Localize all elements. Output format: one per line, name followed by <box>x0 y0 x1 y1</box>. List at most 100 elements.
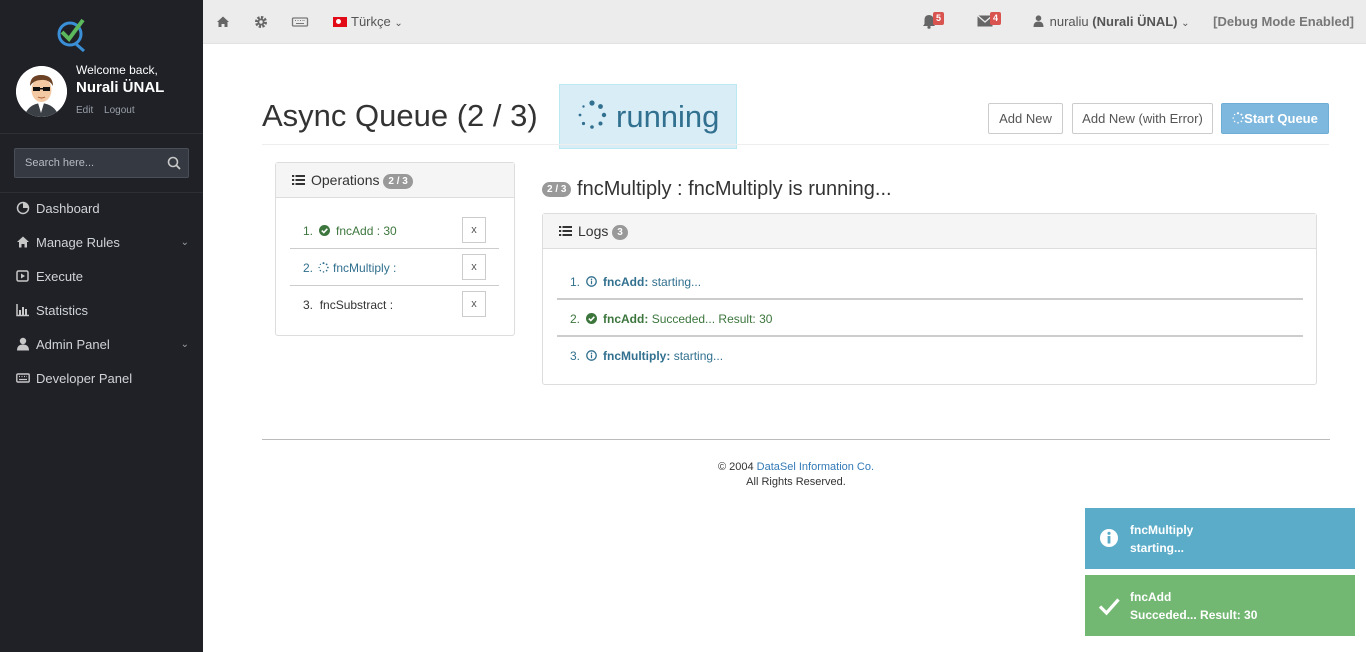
title-divider <box>262 144 1329 145</box>
status-text: running <box>616 99 720 134</box>
company-link[interactable]: DataSel Information Co. <box>757 461 874 473</box>
keyboard-icon <box>16 373 30 383</box>
sidebar-item-label: Admin Panel <box>36 337 110 352</box>
checkmark-icon <box>1098 598 1120 616</box>
info-circle-icon <box>1100 529 1118 547</box>
sidebar-item-dashboard[interactable]: Dashboard <box>0 192 203 226</box>
operations-panel: Operations 2 / 3 1. fncAdd : 30 x 2. fncMu… <box>275 162 515 336</box>
toast-title: fncMultiply <box>1130 523 1194 537</box>
user-name: Nurali ÜNAL <box>76 79 165 96</box>
gear-icon[interactable] <box>253 14 269 30</box>
current-operation-text: fncMultiply : fncMultiply is running... <box>577 178 892 200</box>
sidebar: Welcome back, Nurali ÜNAL Edit Logout Da… <box>0 0 203 652</box>
toast-notification[interactable]: fncMultiply starting... <box>1085 508 1355 569</box>
list-icon <box>292 175 305 185</box>
sidebar-item-label: Execute <box>36 269 83 284</box>
toast-message: Succeded... Result: 30 <box>1130 608 1258 622</box>
full-name: (Nurali ÜNAL) <box>1092 14 1178 29</box>
chevron-down-icon: ⌄ <box>1181 18 1190 29</box>
user-icon <box>17 337 29 351</box>
spinner-icon <box>578 100 607 129</box>
rights-text: All Rights Reserved. <box>746 476 846 488</box>
list-item: 1. fncAdd : 30 x <box>290 213 499 249</box>
sidebar-item-label: Statistics <box>36 303 89 318</box>
log-entry: 2. fncAdd: Succeded... Result: 30 <box>570 312 773 326</box>
toast-message: starting... <box>1130 541 1185 555</box>
footer: © 2004 DataSel Information Co. All Right… <box>262 460 1330 490</box>
info-circle-icon <box>586 276 597 287</box>
search-icon[interactable] <box>167 156 181 170</box>
logs-heading: Logs <box>578 223 609 239</box>
dashboard-icon <box>16 201 30 215</box>
turkey-flag-icon <box>333 17 347 27</box>
remove-operation-button[interactable]: x <box>462 254 486 280</box>
operations-progress-badge: 2 / 3 <box>383 174 413 189</box>
sidebar-item-admin-panel[interactable]: Admin Panel ⌄ <box>0 328 203 362</box>
bar-chart-icon <box>16 304 29 317</box>
chevron-double-down-icon[interactable]: ⌄ <box>181 226 189 260</box>
username: nuraliu <box>1049 14 1089 29</box>
operations-heading: Operations <box>311 172 380 188</box>
footer-divider <box>262 439 1330 440</box>
home-icon[interactable] <box>215 14 231 30</box>
status-indicator: running <box>559 84 737 149</box>
current-operation-heading: 2 / 3 fncMultiply : fncMultiply is runni… <box>542 178 892 201</box>
list-item: 3. fncSubstract : x <box>290 287 499 323</box>
language-selector[interactable]: Türkçe ⌄ <box>333 14 403 29</box>
check-circle-icon <box>319 225 331 236</box>
search-input[interactable] <box>15 149 160 177</box>
operation-label: 1. fncAdd : 30 <box>303 224 397 238</box>
check-circle-icon <box>586 313 598 324</box>
add-new-with-error-button[interactable]: Add New (with Error) <box>1072 103 1213 134</box>
sidebar-item-execute[interactable]: Execute <box>0 260 203 294</box>
sidebar-item-statistics[interactable]: Statistics <box>0 294 203 328</box>
app-logo[interactable] <box>56 14 88 52</box>
notification-count-badge: 5 <box>933 12 945 25</box>
add-new-button[interactable]: Add New <box>988 103 1063 134</box>
sidebar-item-label: Developer Panel <box>36 371 133 386</box>
language-label: Türkçe <box>351 14 391 29</box>
edit-profile-link[interactable]: Edit <box>76 105 93 116</box>
operation-label: 3. fncSubstract : <box>303 298 394 312</box>
list-item: 2. fncAdd: Succeded... Result: 30 <box>557 300 1303 337</box>
logs-panel-heading: Logs 3 <box>543 214 1316 249</box>
user-menu[interactable]: nuraliu (Nurali ÜNAL) ⌄ <box>1033 14 1190 29</box>
spinner-icon <box>318 262 329 273</box>
chevron-down-icon: ⌄ <box>394 18 403 29</box>
sidebar-item-manage-rules[interactable]: Manage Rules ⌄ <box>0 226 203 260</box>
debug-mode-indicator: [Debug Mode Enabled] <box>1213 14 1354 29</box>
chevron-double-down-icon[interactable]: ⌄ <box>181 328 189 362</box>
avatar[interactable] <box>16 66 67 117</box>
start-queue-button[interactable]: Start Queue <box>1221 103 1329 134</box>
toast-title: fncAdd <box>1130 590 1172 604</box>
logout-link[interactable]: Logout <box>104 105 135 116</box>
sidebar-item-label: Manage Rules <box>36 235 120 250</box>
log-entry: 1. fncAdd: starting... <box>570 275 702 289</box>
home-icon <box>17 236 29 248</box>
info-circle-icon <box>586 350 597 361</box>
keyboard-icon[interactable] <box>291 14 309 30</box>
play-icon <box>16 270 29 282</box>
log-entry: 3. fncMultiply: starting... <box>570 349 724 363</box>
list-item: 1. fncAdd: starting... <box>557 263 1303 300</box>
page-title: Async Queue (2 / 3) <box>262 98 538 133</box>
start-queue-label: Start Queue <box>1244 111 1318 126</box>
sidebar-search <box>14 148 189 178</box>
user-icon <box>1033 15 1044 27</box>
sidebar-divider <box>0 133 203 134</box>
list-icon <box>559 226 572 236</box>
current-progress-badge: 2 / 3 <box>542 182 572 197</box>
list-item: 2. fncMultiply : x <box>290 250 499 286</box>
copyright-text: © 2004 <box>717 461 754 473</box>
operation-label: 2. fncMultiply : <box>303 261 397 275</box>
sidebar-item-developer-panel[interactable]: Developer Panel <box>0 362 203 396</box>
list-item: 3. fncMultiply: starting... <box>557 337 1303 374</box>
user-profile: Welcome back, Nurali ÜNAL Edit Logout <box>16 63 196 118</box>
remove-operation-button[interactable]: x <box>462 217 486 243</box>
toast-notification[interactable]: fncAdd Succeded... Result: 30 <box>1085 575 1355 636</box>
notifications-button[interactable]: 5 <box>922 12 952 32</box>
welcome-text: Welcome back, <box>76 63 158 77</box>
logs-panel: Logs 3 1. fncAdd: starting... 2. fncAdd: S… <box>542 213 1317 385</box>
remove-operation-button[interactable]: x <box>462 291 486 317</box>
messages-button[interactable]: 4 <box>977 12 1007 32</box>
